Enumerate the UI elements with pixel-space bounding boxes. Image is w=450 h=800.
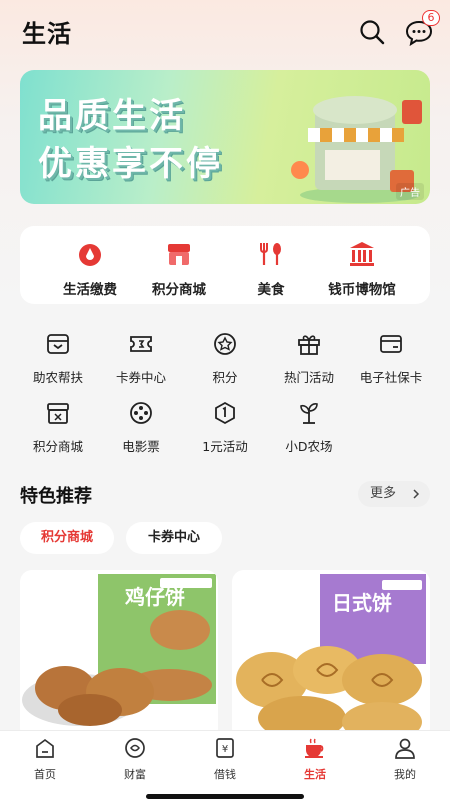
grid-item-movie-tickets[interactable]: 电影票 xyxy=(96,400,186,455)
svg-text:¥: ¥ xyxy=(222,744,228,755)
sprout-icon xyxy=(300,403,318,424)
app-header: 生活 6 xyxy=(0,0,450,64)
product-image: 日式饼 xyxy=(236,574,426,740)
life-icon xyxy=(305,738,324,758)
search-icon[interactable] xyxy=(358,18,386,46)
wealth-icon xyxy=(125,738,145,758)
product-name: 鸡仔饼 xyxy=(124,585,185,609)
home-icon xyxy=(36,738,54,758)
quick-item-label: 积分商城 xyxy=(152,282,206,298)
quick-item-label: 美食 xyxy=(257,282,285,298)
drop-icon xyxy=(79,244,101,266)
promo-banner[interactable]: 品质生活 优惠享不停 广告 xyxy=(20,70,430,204)
product-name: 日式饼 xyxy=(332,591,392,615)
museum-icon xyxy=(350,242,374,266)
tab-label: 首页 xyxy=(34,768,56,781)
grid-item-small-d-farm[interactable]: 小D农场 xyxy=(264,400,354,455)
tab-label: 借钱 xyxy=(214,768,236,781)
product-card[interactable]: 鸡仔饼 xyxy=(20,570,218,740)
film-icon xyxy=(130,402,152,424)
tab-home[interactable]: 首页 xyxy=(15,737,75,782)
quick-services-card: 生活缴费 积分商城 美食 钱币博物馆 xyxy=(20,226,430,304)
page-title: 生活 xyxy=(22,20,72,48)
grid-item-farm-support[interactable]: 助农帮扶 xyxy=(13,331,103,386)
bottom-tab-bar: 首页 财富 ¥ 借钱 生活 我的 xyxy=(0,730,450,800)
grid-item-label: 电影票 xyxy=(122,439,160,454)
tab-label: 生活 xyxy=(304,768,326,781)
tab-coupon-center[interactable]: 卡券中心 xyxy=(126,522,222,554)
grid-item-social-security-card[interactable]: 电子社保卡 xyxy=(346,331,436,386)
home-indicator xyxy=(146,794,304,799)
message-count-badge: 6 xyxy=(422,10,440,26)
grid-item-label: 积分 xyxy=(212,370,238,385)
quick-item-label: 钱币博物馆 xyxy=(328,282,396,298)
grid-item-label: 助农帮扶 xyxy=(32,370,83,385)
grid-item-coupon-center[interactable]: 卡券中心 xyxy=(96,331,186,386)
ticket-icon xyxy=(130,336,152,352)
coin-icon xyxy=(215,401,235,425)
grid-item-one-yuan-activity[interactable]: 1元活动 xyxy=(180,400,270,455)
grid-item-hot-activities[interactable]: 热门活动 xyxy=(264,331,354,386)
quick-item-bill-payment[interactable]: 生活缴费 xyxy=(60,240,120,298)
grid-item-label: 卡券中心 xyxy=(115,370,166,385)
grid-item-points-mall[interactable]: 积分商城 xyxy=(13,400,103,455)
quick-item-points-mall[interactable]: 积分商城 xyxy=(146,240,212,298)
quick-item-label: 生活缴费 xyxy=(63,282,117,298)
tab-wealth[interactable]: 财富 xyxy=(105,737,165,782)
product-card[interactable]: 日式饼 xyxy=(232,570,430,740)
gift-icon xyxy=(298,335,320,355)
grid-item-label: 热门活动 xyxy=(283,370,334,385)
chevron-right-icon xyxy=(413,489,420,499)
grid-item-label: 1元活动 xyxy=(202,439,248,454)
tab-label: 我的 xyxy=(394,768,416,781)
quick-item-coin-museum[interactable]: 钱币博物馆 xyxy=(322,240,402,298)
section-title: 特色推荐 xyxy=(20,486,92,507)
store-icon xyxy=(47,403,69,424)
tab-mine[interactable]: 我的 xyxy=(375,737,435,782)
grid-item-label: 积分商城 xyxy=(32,439,83,454)
user-icon xyxy=(395,738,415,759)
box-icon xyxy=(47,334,69,354)
banner-subheadline: 优惠享不停 xyxy=(38,144,223,184)
quick-item-food[interactable]: 美食 xyxy=(248,240,294,298)
tab-points-mall[interactable]: 积分商城 xyxy=(20,522,114,554)
more-label: 更多 xyxy=(370,486,397,501)
store-icon xyxy=(168,244,190,265)
tab-label: 财富 xyxy=(124,768,146,781)
grid-item-label: 电子社保卡 xyxy=(359,370,423,385)
grid-item-label: 小D农场 xyxy=(285,439,333,454)
product-image: 鸡仔饼 xyxy=(22,574,216,726)
tab-loan[interactable]: ¥ 借钱 xyxy=(195,737,255,782)
banner-headline: 品质生活 xyxy=(38,96,186,136)
cutlery-icon xyxy=(260,243,281,265)
card-icon xyxy=(380,335,402,353)
more-button[interactable]: 更多 xyxy=(358,481,430,507)
grid-item-points[interactable]: 积分 xyxy=(180,331,270,386)
tab-life[interactable]: 生活 xyxy=(285,737,345,782)
ad-label: 广告 xyxy=(396,183,424,200)
badge-icon xyxy=(214,333,236,355)
loan-icon: ¥ xyxy=(216,738,234,758)
